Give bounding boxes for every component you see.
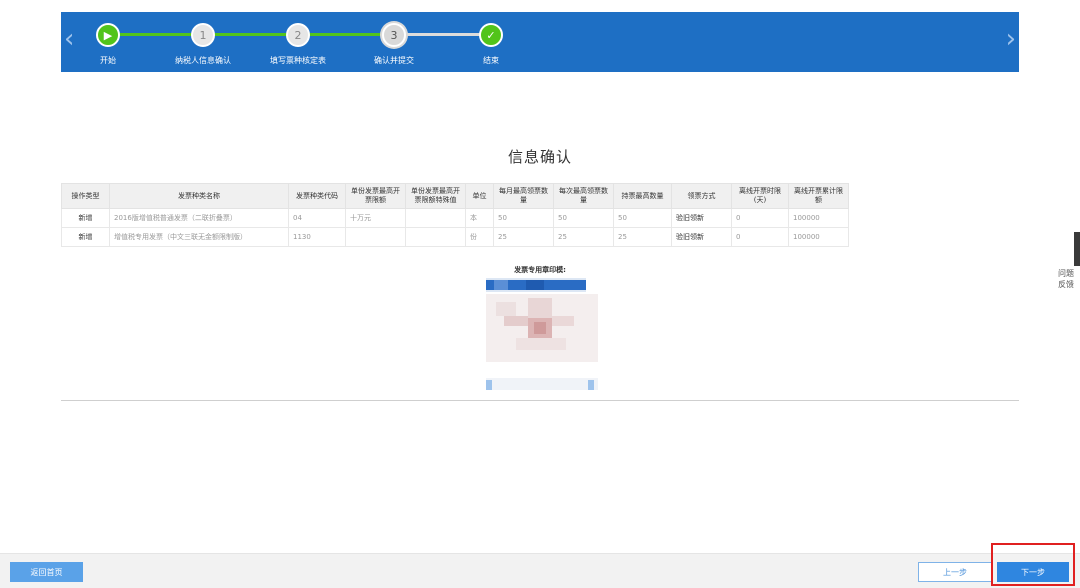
divider [61,400,1019,401]
cell-hold-max: 25 [613,227,672,247]
chevron-right-icon[interactable]: › [1006,26,1016,52]
cell-method: 验旧领新 [671,208,732,228]
step-connector [109,33,204,36]
step-start-icon: ▶ [96,23,120,47]
step-connector [204,33,299,36]
cell-max-amount [345,227,406,247]
back-home-button[interactable]: 返回首页 [10,562,83,582]
cell-offline-limit: 100000 [788,227,849,247]
cell-each-max: 50 [553,208,614,228]
cell-monthly-max: 50 [493,208,554,228]
cell-offline-days: 0 [731,227,789,247]
step-connector [299,33,394,36]
step-3-circle: 3 [382,23,406,47]
cell-invoice-code: 04 [288,208,346,228]
col-header: 操作类型 [61,183,110,209]
step-progress-bar: ‹ › ▶ 1 2 3 ✓ 开始 纳税人信息确认 填写票种核定表 确认并提交 结… [61,12,1019,72]
col-header: 发票种类代码 [288,183,346,209]
step-label-start: 开始 [100,56,116,65]
cell-max-amount-special [405,227,466,247]
table-row: 新增 增值税专用发票（中文三联无金额限制版） 1130 份 25 25 25 验… [61,227,849,247]
cell-invoice-name: 2016版增值税普通发票（二联折叠票） [109,208,289,228]
col-header: 每次最高领票数量 [553,183,614,209]
col-header: 领票方式 [671,183,732,209]
col-header: 每月最高领票数量 [493,183,554,209]
table-row: 新增 2016版增值税普通发票（二联折叠票） 04 十万元 本 50 50 50… [61,208,849,228]
stamp-image [486,278,598,394]
cell-max-amount: 十万元 [345,208,406,228]
col-header: 离线开票累计限额 [788,183,849,209]
step-label-end: 结束 [483,56,499,65]
feedback-link[interactable]: 问题反馈 [1055,268,1077,290]
cell-each-max: 25 [553,227,614,247]
cell-invoice-code: 1130 [288,227,346,247]
col-header: 持票最高数量 [613,183,672,209]
col-header: 离线开票时限(天) [731,183,789,209]
cell-invoice-name: 增值税专用发票（中文三联无金额限制版） [109,227,289,247]
col-header: 单份发票最高开票限额特殊值 [405,183,466,209]
cell-op-type: 新增 [61,208,110,228]
step-label-2: 填写票种核定表 [270,56,326,65]
table-header-row: 操作类型 发票种类名称 发票种类代码 单份发票最高开票限额 单份发票最高开票限额… [61,183,849,209]
side-handle[interactable] [1074,232,1080,266]
step-end-check-icon: ✓ [479,23,503,47]
col-header: 发票种类名称 [109,183,289,209]
highlight-box [991,543,1075,586]
step-2-circle: 2 [286,23,310,47]
cell-max-amount-special [405,208,466,228]
cell-op-type: 新增 [61,227,110,247]
step-connector [394,33,491,36]
cell-unit: 份 [465,227,494,247]
cell-monthly-max: 25 [493,227,554,247]
invoice-info-table: 操作类型 发票种类名称 发票种类代码 单份发票最高开票限额 单份发票最高开票限额… [61,183,849,247]
stamp-label: 发票专用章印模: [514,266,566,274]
cell-method: 验旧领新 [671,227,732,247]
chevron-left-icon[interactable]: ‹ [64,26,74,52]
step-1-circle: 1 [191,23,215,47]
page-title: 信息确认 [507,148,572,166]
col-header: 单份发票最高开票限额 [345,183,406,209]
step-label-3: 确认并提交 [374,56,414,65]
prev-step-button[interactable]: 上一步 [918,562,992,582]
cell-offline-limit: 100000 [788,208,849,228]
cell-hold-max: 50 [613,208,672,228]
col-header: 单位 [465,183,494,209]
step-label-1: 纳税人信息确认 [175,56,231,65]
cell-offline-days: 0 [731,208,789,228]
footer-bar: 返回首页 上一步 下一步 [0,553,1080,588]
cell-unit: 本 [465,208,494,228]
